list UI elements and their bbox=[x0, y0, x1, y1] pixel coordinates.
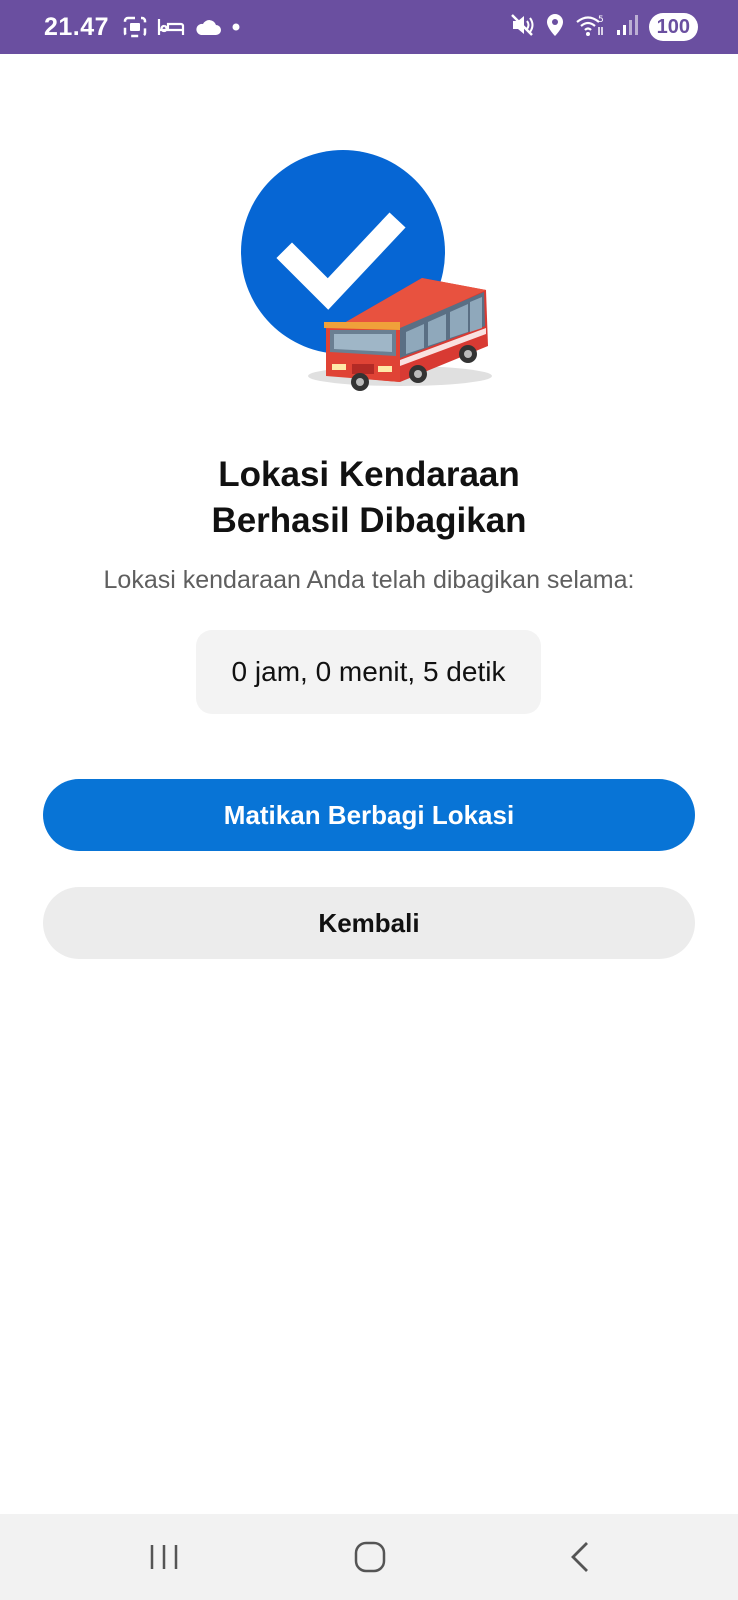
status-time: 21.47 bbox=[44, 12, 110, 41]
bed-icon bbox=[157, 17, 185, 37]
mute-icon bbox=[509, 13, 535, 42]
back-button[interactable]: Kembali bbox=[43, 887, 695, 959]
title-line-1: Lokasi Kendaraan bbox=[218, 455, 520, 494]
system-navigation-bar bbox=[0, 1514, 738, 1600]
status-left-icons bbox=[123, 16, 241, 38]
svg-text:5: 5 bbox=[598, 15, 604, 25]
stop-sharing-location-button[interactable]: Matikan Berbagi Lokasi bbox=[43, 779, 695, 851]
share-duration-value: 0 jam, 0 menit, 5 detik bbox=[196, 630, 541, 714]
dot-icon bbox=[231, 22, 241, 32]
battery-indicator: 100 bbox=[648, 13, 698, 41]
home-icon[interactable] bbox=[346, 1536, 394, 1578]
wifi-icon: 5 bbox=[575, 13, 605, 42]
location-shared-illustration bbox=[240, 150, 500, 400]
cloud-icon bbox=[195, 18, 222, 36]
signal-icon bbox=[615, 14, 639, 41]
title-line-2: Berhasil Dibagikan bbox=[211, 501, 527, 540]
check-bus-icon bbox=[241, 150, 492, 391]
recent-apps-icon[interactable] bbox=[140, 1536, 188, 1578]
share-duration-description: Lokasi kendaraan Anda telah dibagikan se… bbox=[103, 566, 635, 594]
screenshot-icon bbox=[123, 16, 147, 38]
location-pin-icon bbox=[545, 13, 565, 42]
status-right-icons: 5 100 bbox=[509, 13, 698, 42]
back-icon[interactable] bbox=[556, 1536, 604, 1578]
page-title: Lokasi Kendaraan Berhasil Dibagikan bbox=[0, 452, 738, 544]
status-bar: 21.47 5 100 bbox=[0, 0, 738, 54]
